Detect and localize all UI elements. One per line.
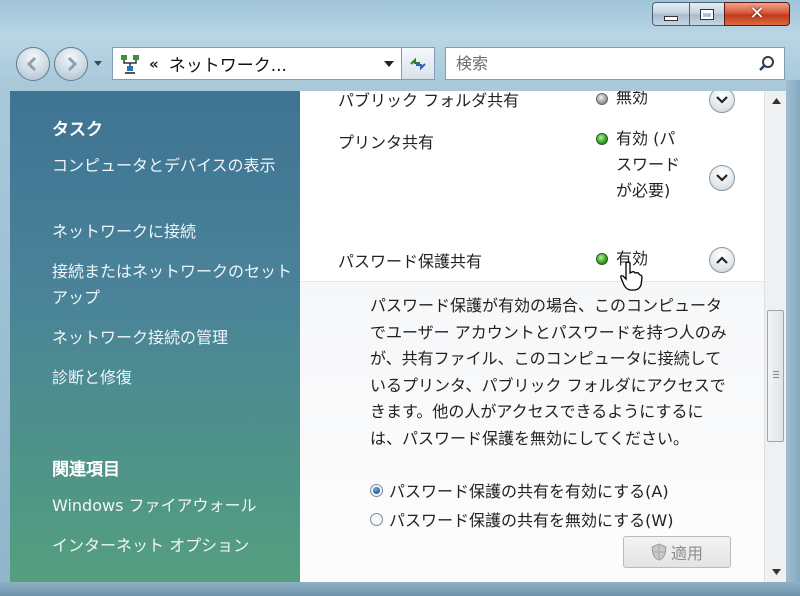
public-folder-sharing-label: パブリック フォルダ共有: [338, 91, 520, 110]
back-button[interactable]: [16, 47, 50, 81]
radio-disable-label[interactable]: パスワード保護の共有を無効にする(W): [389, 507, 673, 531]
forward-arrow-icon: [67, 56, 78, 72]
status-off-icon: [596, 93, 608, 105]
printer-sharing-expand-button[interactable]: [709, 165, 735, 191]
public-folder-expand-button[interactable]: [709, 91, 735, 113]
radio-enable[interactable]: [370, 483, 383, 497]
related-link-internet-options[interactable]: インターネット オプション: [52, 533, 292, 559]
chevron-down-icon: [716, 174, 728, 182]
status-on-icon: [596, 253, 608, 265]
sharing-settings-panel: パブリック フォルダ共有 無効 プリンタ共有 有効 (パスワードが必要) パスワ…: [300, 91, 764, 596]
task-link-manage-connections[interactable]: ネットワーク接続の管理: [52, 325, 292, 351]
radio-disable[interactable]: [370, 512, 383, 526]
breadcrumb[interactable]: ネットワーク...: [169, 51, 287, 76]
breadcrumb-separator: «: [149, 54, 159, 73]
refresh-icon: [410, 57, 426, 70]
chevron-up-icon: [716, 256, 728, 264]
search-box[interactable]: [445, 47, 785, 80]
password-sharing-description: パスワード保護が有効の場合、このコンピュータでユーザー アカウントとパスワードを…: [370, 296, 727, 448]
chevron-down-icon[interactable]: [383, 59, 395, 69]
maximize-icon: [701, 9, 713, 19]
chevron-down-icon: [94, 61, 102, 66]
back-arrow-icon: [26, 56, 37, 72]
status-on-icon: [596, 133, 608, 145]
chevron-down-icon: [716, 96, 728, 104]
related-link-firewall[interactable]: Windows ファイアウォール: [52, 493, 292, 519]
password-sharing-status: 有効: [616, 249, 649, 268]
window-border-right: [786, 80, 800, 596]
password-sharing-collapse-button[interactable]: [709, 247, 735, 273]
task-pane: タスク コンピュータとデバイスの表示 ネットワークに接続 接続またはネットワーク…: [10, 91, 300, 596]
network-icon: [121, 54, 139, 74]
search-icon[interactable]: [758, 55, 776, 73]
scroll-down-icon: [771, 569, 781, 575]
public-folder-status: 無効: [616, 91, 649, 107]
apply-button[interactable]: 適用: [623, 536, 731, 568]
minimize-icon: [665, 16, 677, 20]
refresh-button[interactable]: [402, 47, 435, 80]
related-heading: 関連項目: [52, 460, 120, 480]
scroll-up-button[interactable]: [765, 91, 787, 111]
printer-sharing-label: プリンタ共有: [338, 133, 435, 152]
minimize-button[interactable]: [652, 2, 690, 26]
printer-sharing-status: 有効 (パスワードが必要): [616, 129, 681, 200]
scroll-up-icon: [771, 98, 781, 104]
recent-pages-button[interactable]: [93, 58, 103, 70]
maximize-button[interactable]: [689, 2, 725, 26]
grip-icon: [773, 371, 779, 380]
address-bar[interactable]: « ネットワーク...: [112, 47, 402, 80]
close-button[interactable]: ✕: [724, 2, 790, 26]
forward-button[interactable]: [54, 47, 88, 81]
window-border-bottom: [0, 582, 800, 596]
apply-button-label: 適用: [670, 544, 703, 563]
vertical-scrollbar[interactable]: [764, 91, 787, 582]
shield-icon: [651, 543, 667, 561]
task-link-setup[interactable]: 接続またはネットワークのセットアップ: [52, 259, 292, 311]
scroll-thumb[interactable]: [767, 310, 784, 442]
close-icon: ✕: [749, 3, 765, 24]
task-link-view-devices[interactable]: コンピュータとデバイスの表示: [52, 153, 292, 179]
scroll-down-button[interactable]: [765, 562, 787, 582]
tasks-heading: タスク: [52, 120, 103, 140]
radio-option-enable[interactable]: パスワード保護の共有を有効にする(A): [370, 478, 669, 502]
task-link-diagnose[interactable]: 診断と修復: [52, 365, 292, 391]
search-input[interactable]: [454, 53, 748, 74]
password-sharing-label: パスワード保護共有: [338, 252, 483, 271]
radio-option-disable[interactable]: パスワード保護の共有を無効にする(W): [370, 507, 673, 531]
radio-enable-label[interactable]: パスワード保護の共有を有効にする(A): [389, 478, 669, 502]
task-link-connect[interactable]: ネットワークに接続: [52, 219, 292, 245]
